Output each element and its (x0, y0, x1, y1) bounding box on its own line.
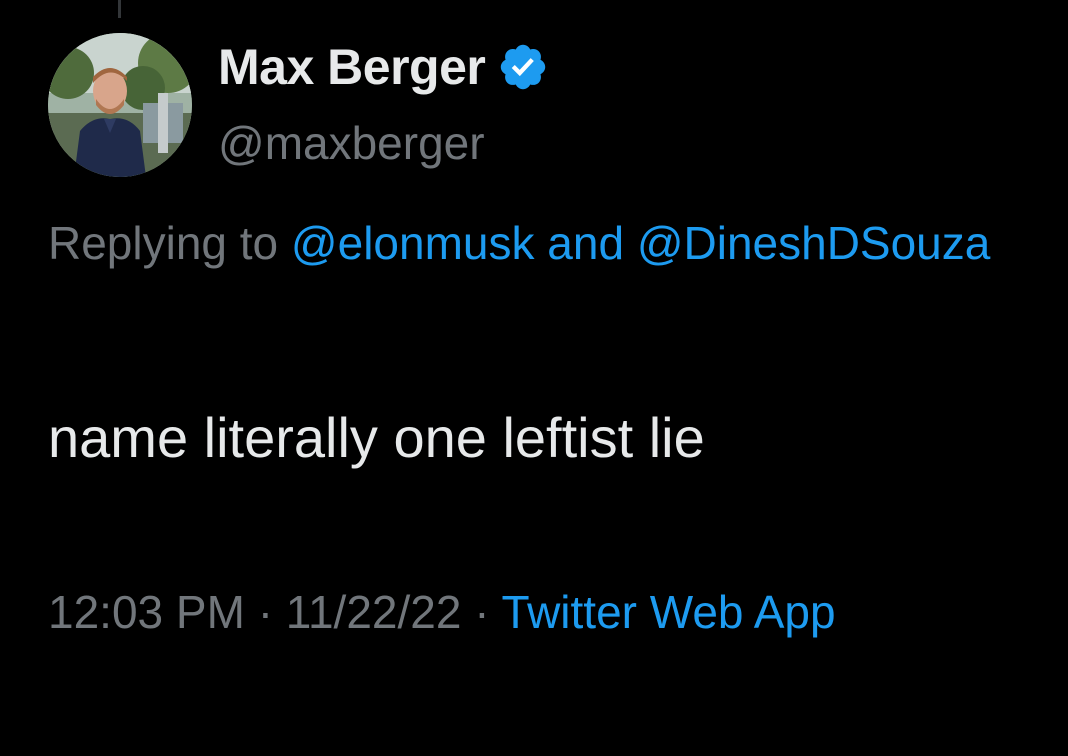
tweet-date[interactable]: 11/22/22 (286, 586, 462, 638)
replying-to-line: Replying to @elonmusk and @DineshDSouza (48, 208, 1038, 278)
replying-to-prefix: Replying to (48, 217, 279, 269)
mention-connector[interactable]: and (547, 217, 624, 269)
author-handle[interactable]: @maxberger (218, 115, 485, 171)
mention-elonmusk[interactable]: @elonmusk (291, 217, 535, 269)
author-name-row[interactable]: Max Berger (218, 36, 549, 98)
verified-badge-icon (501, 44, 546, 90)
tweet-source[interactable]: Twitter Web App (502, 586, 836, 638)
mention-dineshdsouza[interactable]: @DineshDSouza (637, 217, 991, 269)
tweet-time[interactable]: 12:03 PM (48, 586, 245, 638)
avatar-photo (48, 33, 192, 177)
thread-connector-line (118, 0, 121, 18)
avatar[interactable] (48, 33, 192, 177)
tweet-metadata: 12:03 PM · 11/22/22 · Twitter Web App (48, 572, 1038, 652)
tweet-text: name literally one leftist lie (48, 406, 705, 469)
author-display-name[interactable]: Max Berger (218, 36, 486, 98)
meta-separator: · (257, 586, 274, 638)
meta-separator: · (474, 586, 490, 638)
